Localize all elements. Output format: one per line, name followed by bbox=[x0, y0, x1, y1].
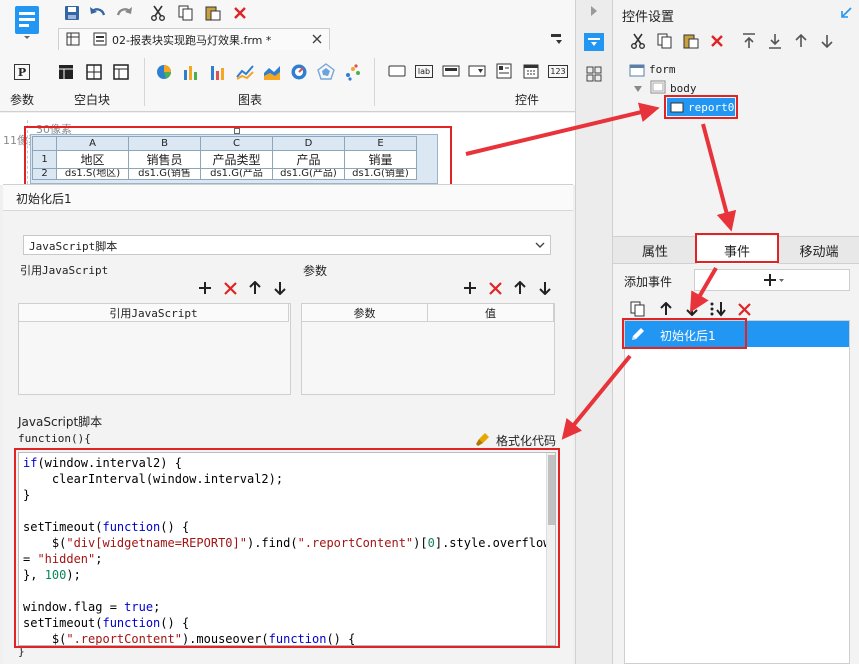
form-node-icon bbox=[628, 62, 646, 78]
move-down-event-icon[interactable] bbox=[682, 299, 702, 319]
move-bottom-icon[interactable] bbox=[765, 31, 785, 51]
highlight-events-tab bbox=[695, 233, 779, 263]
delete-event-icon[interactable] bbox=[734, 299, 754, 319]
move-down-param-icon[interactable] bbox=[536, 279, 554, 297]
highlight-event-item bbox=[622, 318, 747, 349]
column-chart-icon[interactable] bbox=[207, 61, 229, 83]
group-label-parameter: 参数 bbox=[10, 93, 35, 107]
format-code-button[interactable]: 格式化代码 bbox=[496, 432, 556, 449]
label-widget-icon[interactable]: lab bbox=[412, 62, 436, 80]
button-widget-icon[interactable] bbox=[386, 62, 408, 80]
form-file-icon bbox=[91, 30, 109, 48]
undo-icon[interactable] bbox=[88, 3, 108, 23]
move-up-param-icon[interactable] bbox=[511, 279, 529, 297]
radar-chart-icon[interactable] bbox=[315, 61, 337, 83]
add-event-icon[interactable] bbox=[760, 271, 788, 289]
move-down-widget-icon[interactable] bbox=[817, 31, 837, 51]
group-label-widget: 控件 bbox=[515, 93, 540, 107]
date-widget-icon[interactable] bbox=[520, 61, 542, 81]
file-tab-title[interactable]: 02-报表块实现跑马灯效果.frm * bbox=[112, 32, 271, 48]
highlight-code bbox=[14, 448, 560, 648]
highlight-report-block bbox=[24, 126, 452, 186]
tree-node-body[interactable]: body bbox=[670, 82, 697, 95]
parameter-icon[interactable]: P bbox=[12, 62, 32, 82]
cut-widget-icon[interactable] bbox=[628, 31, 648, 51]
group-label-chart: 图表 bbox=[238, 93, 263, 107]
add-param-icon[interactable] bbox=[461, 279, 479, 297]
blank-block-tab-icon[interactable] bbox=[111, 62, 131, 82]
body-node-icon bbox=[649, 79, 667, 95]
tab-menu-icon[interactable] bbox=[548, 31, 566, 47]
delete-param-icon[interactable] bbox=[486, 279, 504, 297]
area-chart-icon[interactable] bbox=[261, 61, 283, 83]
bar-chart-icon[interactable] bbox=[180, 61, 202, 83]
checkbox-group-widget-icon[interactable] bbox=[493, 61, 515, 81]
copy-widget-icon[interactable] bbox=[655, 31, 675, 51]
redo-icon[interactable] bbox=[114, 3, 134, 23]
format-brush-icon[interactable] bbox=[473, 430, 493, 448]
blank-block-grid-icon[interactable] bbox=[84, 62, 104, 82]
ribbon-separator bbox=[374, 58, 375, 106]
ref-js-column-header: 引用JavaScript bbox=[19, 304, 289, 322]
move-top-icon[interactable] bbox=[739, 31, 759, 51]
tab-mobile[interactable]: 移动端 bbox=[779, 236, 859, 264]
collapse-arrow-icon[interactable] bbox=[838, 5, 854, 21]
move-up-widget-icon[interactable] bbox=[791, 31, 811, 51]
paste-icon[interactable] bbox=[203, 3, 223, 23]
tab-properties[interactable]: 属性 bbox=[615, 236, 695, 264]
editor-title-bar bbox=[3, 185, 573, 211]
move-down-ref-icon[interactable] bbox=[271, 279, 289, 297]
layout-icon[interactable] bbox=[584, 64, 604, 84]
close-tab-icon[interactable] bbox=[309, 31, 325, 47]
param-column-header: 参数 bbox=[302, 304, 428, 322]
group-label-blank-block: 空白块 bbox=[74, 93, 111, 107]
line-chart-icon[interactable] bbox=[234, 61, 256, 83]
number-widget-icon[interactable]: 123 bbox=[546, 62, 570, 80]
highlight-report0 bbox=[664, 95, 738, 119]
editor-title: 初始化后1 bbox=[16, 192, 72, 206]
blank-block-solid-icon[interactable] bbox=[56, 62, 76, 82]
panel-divider bbox=[575, 0, 613, 664]
paste-widget-icon[interactable] bbox=[681, 31, 701, 51]
tree-expand-icon[interactable] bbox=[633, 84, 643, 94]
tree-node-form[interactable]: form bbox=[649, 63, 676, 76]
add-event-label: 添加事件 bbox=[624, 275, 673, 289]
script-type-value: JavaScript脚本 bbox=[29, 240, 118, 253]
move-up-ref-icon[interactable] bbox=[246, 279, 264, 297]
delete-widget-icon[interactable] bbox=[707, 31, 727, 51]
collapse-right-icon[interactable] bbox=[588, 5, 600, 17]
cut-icon[interactable] bbox=[148, 3, 168, 23]
gauge-chart-icon[interactable] bbox=[288, 61, 310, 83]
sort-event-icon[interactable] bbox=[708, 299, 728, 319]
value-column-header: 值 bbox=[428, 304, 554, 322]
copy-icon[interactable] bbox=[176, 3, 196, 23]
textbox-widget-icon[interactable] bbox=[440, 62, 462, 80]
move-up-event-icon[interactable] bbox=[656, 299, 676, 319]
params-table[interactable]: 参数 值 bbox=[301, 303, 555, 395]
combobox-widget-icon[interactable] bbox=[466, 62, 488, 80]
delete-icon[interactable] bbox=[230, 3, 250, 23]
panel-title: 控件设置 bbox=[622, 10, 675, 25]
ref-js-label: 引用JavaScript bbox=[20, 264, 109, 277]
delete-ref-icon[interactable] bbox=[221, 279, 239, 297]
ribbon-separator bbox=[144, 58, 145, 106]
ref-js-table[interactable]: 引用JavaScript bbox=[18, 303, 291, 395]
params-label: 参数 bbox=[303, 264, 328, 278]
save-icon[interactable] bbox=[62, 3, 82, 23]
chevron-down-icon[interactable] bbox=[531, 236, 549, 254]
function-header: function(){ bbox=[18, 432, 91, 445]
scatter-chart-icon[interactable] bbox=[342, 61, 364, 83]
js-section-label: JavaScript脚本 bbox=[18, 415, 103, 429]
pie-chart-icon[interactable] bbox=[153, 61, 175, 83]
event-list[interactable] bbox=[624, 320, 850, 664]
app-logo-icon[interactable] bbox=[12, 4, 42, 40]
copy-event-icon[interactable] bbox=[628, 299, 648, 319]
grid-icon[interactable] bbox=[64, 30, 82, 48]
add-ref-icon[interactable] bbox=[196, 279, 214, 297]
widget-settings-icon[interactable] bbox=[584, 33, 604, 51]
